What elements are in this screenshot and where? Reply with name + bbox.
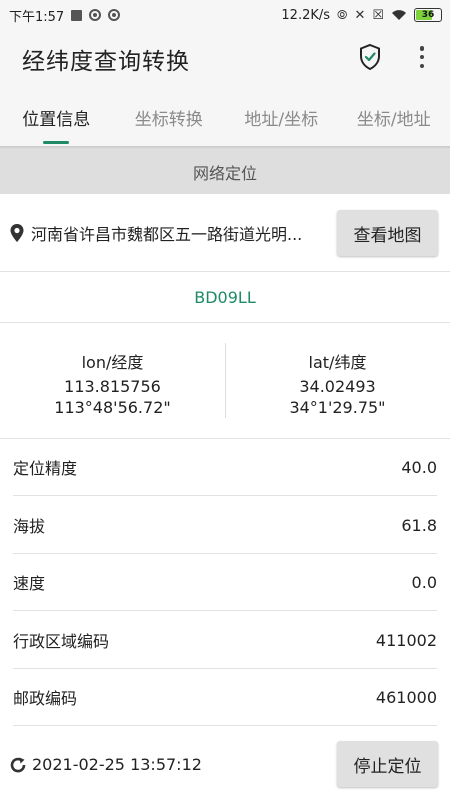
notification-square-icon bbox=[71, 9, 83, 21]
info-row-altitude: 海拔 61.8 bbox=[13, 497, 437, 554]
app-bar: 经纬度查询转换 bbox=[0, 30, 450, 88]
info-label: 邮政编码 bbox=[13, 689, 78, 708]
app-title: 经纬度查询转换 bbox=[22, 49, 190, 75]
sim-off-icon: ☒ bbox=[372, 7, 384, 23]
info-row-accuracy: 定位精度 40.0 bbox=[13, 439, 437, 496]
tab-coord-convert[interactable]: 坐标转换 bbox=[113, 88, 226, 146]
latitude-label: lat/纬度 bbox=[308, 353, 367, 372]
info-label: 定位精度 bbox=[13, 459, 78, 478]
info-row-postal-code: 邮政编码 461000 bbox=[13, 669, 437, 726]
shield-check-icon[interactable] bbox=[358, 43, 382, 71]
info-value: 461000 bbox=[375, 687, 437, 707]
latitude-dms: 34°1'29.75" bbox=[289, 398, 386, 417]
status-bar-left: 下午1:57 bbox=[9, 6, 121, 25]
info-value: 61.8 bbox=[401, 515, 437, 535]
status-bar-right: 12.2K/s ⦾ ✕ ☒ 36 bbox=[281, 8, 442, 23]
location-pin-icon bbox=[10, 223, 24, 242]
network-speed: 12.2K/s bbox=[281, 7, 331, 23]
longitude-dms: 113°48'56.72" bbox=[54, 398, 171, 417]
info-value: 411002 bbox=[375, 630, 437, 650]
info-label: 速度 bbox=[13, 574, 46, 593]
longitude-column: lon/经度 113.815756 113°48'56.72" bbox=[0, 323, 225, 438]
status-bar: 下午1:57 12.2K/s ⦾ ✕ ☒ 36 bbox=[0, 0, 450, 30]
info-label: 行政区域编码 bbox=[13, 632, 110, 651]
overflow-menu-icon[interactable] bbox=[414, 44, 430, 70]
longitude-decimal: 113.815756 bbox=[64, 377, 161, 396]
stop-location-button[interactable]: 停止定位 bbox=[337, 741, 438, 787]
refresh-time-icon bbox=[10, 757, 26, 773]
lonlat-panel: lon/经度 113.815756 113°48'56.72" lat/纬度 3… bbox=[0, 323, 450, 438]
info-row-speed: 速度 0.0 bbox=[13, 554, 437, 611]
location-mode-banner: 网络定位 bbox=[0, 150, 450, 194]
notification-circle-icon bbox=[89, 9, 102, 21]
notification-circle-icon-2 bbox=[108, 9, 121, 21]
view-map-button[interactable]: 查看地图 bbox=[337, 210, 438, 256]
mute-icon: ✕ bbox=[354, 7, 366, 23]
status-time: 下午1:57 bbox=[9, 9, 65, 25]
info-value: 40.0 bbox=[401, 457, 437, 477]
latitude-decimal: 34.02493 bbox=[299, 377, 376, 396]
longitude-label: lon/经度 bbox=[81, 353, 144, 372]
tab-address-to-coord[interactable]: 地址/坐标 bbox=[225, 88, 338, 146]
wifi-icon bbox=[392, 10, 406, 20]
info-value: 0.0 bbox=[411, 572, 437, 592]
tab-location-info[interactable]: 位置信息 bbox=[0, 88, 113, 146]
last-update-time: 2021-02-25 13:57:12 bbox=[32, 755, 202, 774]
hotspot-icon: ⦾ bbox=[337, 7, 348, 23]
tab-coord-to-address[interactable]: 坐标/地址 bbox=[338, 88, 450, 146]
tab-bar: 位置信息 坐标转换 地址/坐标 坐标/地址 bbox=[0, 88, 450, 146]
address-text: 河南省许昌市魏都区五一路街道光明... bbox=[31, 224, 303, 244]
latitude-column: lat/纬度 34.02493 34°1'29.75" bbox=[225, 323, 450, 438]
coordinate-system-label: BD09LL bbox=[194, 287, 256, 307]
battery-level: 36 bbox=[421, 10, 435, 20]
battery-icon: 36 bbox=[414, 8, 442, 22]
info-label: 海拔 bbox=[13, 517, 46, 536]
info-row-region-code: 行政区域编码 411002 bbox=[13, 612, 437, 669]
